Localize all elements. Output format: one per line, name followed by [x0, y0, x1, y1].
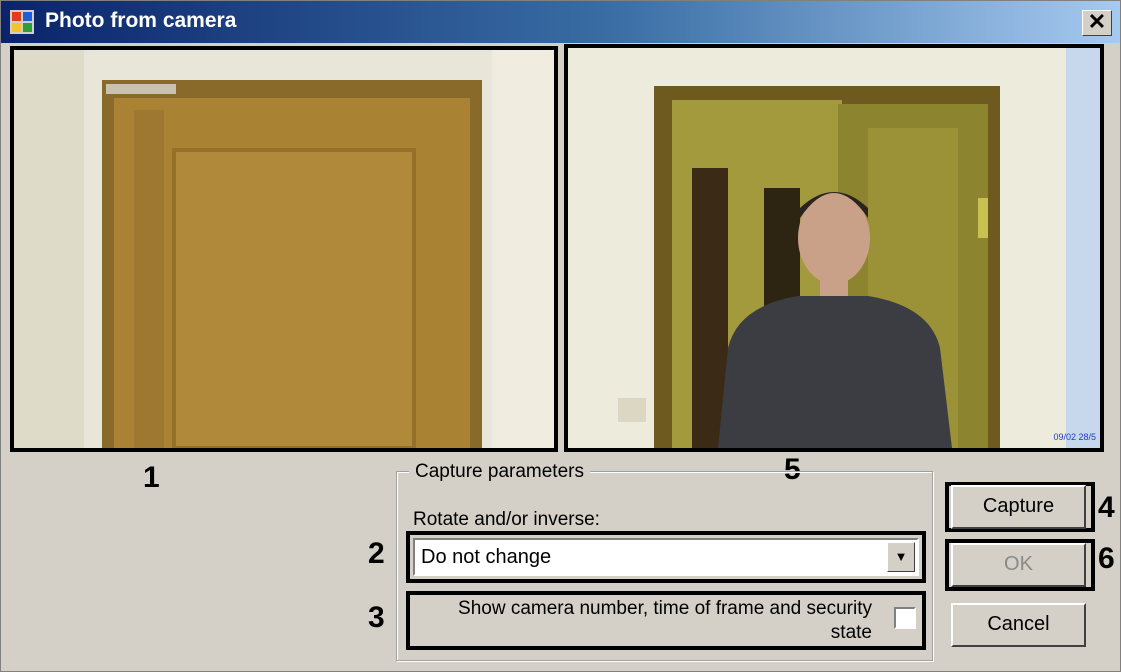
camera-preview-image	[14, 50, 554, 448]
chevron-down-icon[interactable]: ▼	[887, 542, 915, 572]
captured-photo-image	[568, 48, 1100, 448]
callout-4: 4	[1098, 491, 1115, 524]
camera-preview	[10, 46, 558, 452]
title-bar[interactable]: Photo from camera ✕	[1, 1, 1120, 43]
callout-1: 1	[143, 461, 160, 494]
show-info-label: Show camera number, time of frame and se…	[402, 597, 872, 645]
callout-3: 3	[368, 601, 385, 634]
rotate-select-value: Do not change	[421, 546, 552, 568]
capture-parameters-legend: Capture parameters	[409, 461, 590, 483]
window-app-icon	[10, 10, 34, 34]
capture-button[interactable]: Capture	[951, 485, 1086, 529]
window-title: Photo from camera	[45, 9, 237, 32]
show-info-label-line1: Show camera number, time of frame and se…	[458, 598, 872, 619]
show-info-checkbox[interactable]	[894, 607, 916, 629]
photo-from-camera-dialog: Photo from camera ✕ 09/02 28/5 1 5 2 3 4…	[0, 0, 1121, 672]
callout-2: 2	[368, 537, 385, 570]
ok-button[interactable]: OK	[951, 543, 1086, 587]
show-info-label-line2: state	[830, 622, 872, 643]
rotate-label: Rotate and/or inverse:	[413, 509, 600, 530]
captured-photo: 09/02 28/5	[564, 44, 1104, 452]
close-icon[interactable]: ✕	[1082, 10, 1112, 36]
rotate-select[interactable]: Do not change ▼	[413, 538, 919, 576]
cancel-button[interactable]: Cancel	[951, 603, 1086, 647]
timestamp-overlay: 09/02 28/5	[1053, 432, 1096, 442]
callout-6: 6	[1098, 542, 1115, 575]
